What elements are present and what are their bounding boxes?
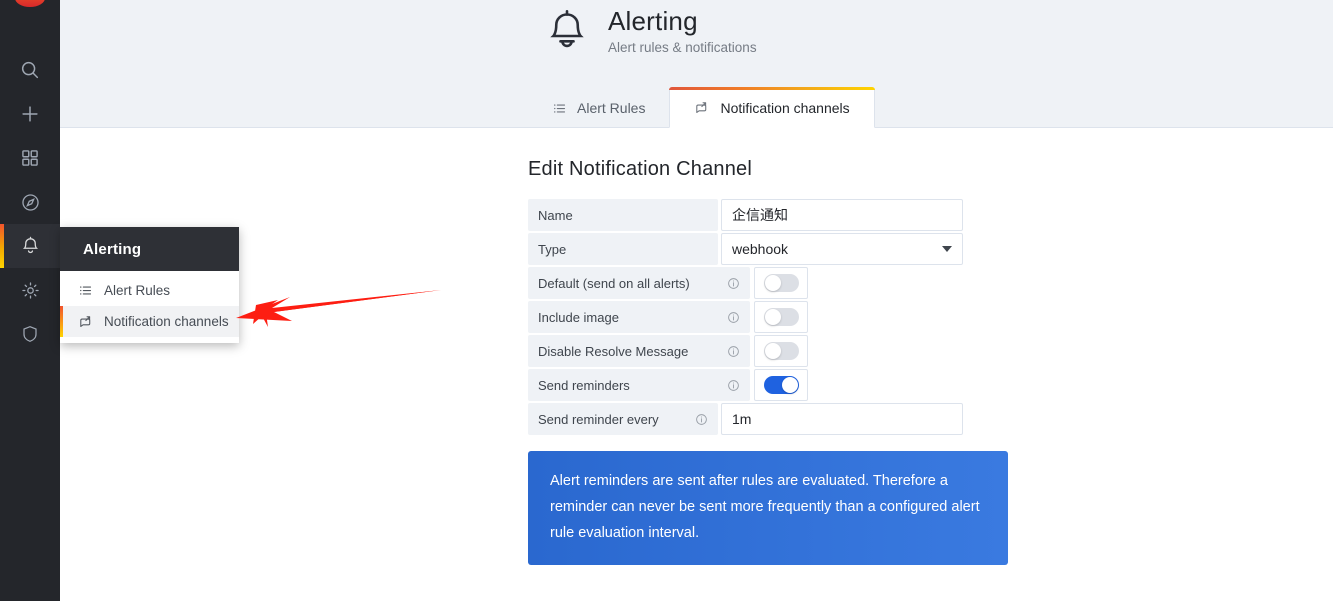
info-circle-icon[interactable]	[727, 277, 740, 290]
tab-alert-rules[interactable]: Alert Rules	[528, 89, 669, 127]
bell-icon	[20, 236, 41, 257]
reminder-every-input[interactable]: 1m	[721, 403, 963, 435]
disable-resolve-label-text: Disable Resolve Message	[538, 343, 689, 359]
page-subtitle: Alert rules & notifications	[608, 40, 757, 55]
toggle-track	[763, 342, 799, 360]
send-reminders-toggle[interactable]	[754, 369, 808, 401]
toggle-track	[763, 376, 799, 394]
type-select[interactable]: webhook	[721, 233, 963, 265]
section-title: Edit Notification Channel	[528, 158, 753, 180]
toggle-knob	[764, 309, 781, 325]
alerting-flyout-menu: Alerting Alert Rules Notification channe…	[60, 227, 239, 343]
bell-icon	[544, 8, 590, 59]
page-title-block: Alerting Alert rules & notifications	[608, 6, 757, 55]
tab-bar: Alert Rules Notification channels	[528, 87, 875, 128]
send-reminders-label-text: Send reminders	[538, 377, 630, 393]
info-circle-icon[interactable]	[727, 311, 740, 324]
toggle-knob	[781, 377, 798, 393]
disable-resolve-toggle[interactable]	[754, 335, 808, 367]
type-label: Type	[528, 233, 718, 265]
toggle-knob	[764, 275, 781, 291]
send-reminders-label: Send reminders	[528, 369, 750, 401]
grafana-logo-icon[interactable]	[0, 0, 60, 8]
chevron-down-icon	[942, 246, 952, 252]
flyout-item-label: Notification channels	[104, 314, 229, 329]
search-icon	[19, 59, 41, 81]
list-ul-icon	[552, 101, 567, 116]
field-row-include-image: Include image	[528, 301, 1228, 333]
default-alerts-toggle[interactable]	[754, 267, 808, 299]
reminder-info-box: Alert reminders are sent after rules are…	[528, 451, 1008, 565]
sidebar-item-server-admin[interactable]	[0, 312, 60, 356]
sidebar-item-create[interactable]	[0, 92, 60, 136]
compass-icon	[20, 192, 41, 213]
app-root: Alerting Alert Rules Notification channe…	[0, 0, 1333, 601]
field-row-name: Name 企信通知	[528, 199, 1228, 231]
edit-notification-channel-panel: Edit Notification Channel Name 企信通知 Type…	[528, 128, 1228, 601]
info-circle-icon[interactable]	[695, 413, 708, 426]
info-circle-icon[interactable]	[727, 345, 740, 358]
sidebar	[0, 0, 60, 601]
gear-icon	[20, 280, 41, 301]
name-label: Name	[528, 199, 718, 231]
field-row-reminder-every: Send reminder every 1m	[528, 403, 1228, 435]
name-input[interactable]: 企信通知	[721, 199, 963, 231]
include-image-label-text: Include image	[538, 309, 619, 325]
field-row-send-reminders: Send reminders	[528, 369, 1228, 401]
sidebar-item-alerting[interactable]	[0, 224, 60, 268]
comment-share-icon	[694, 100, 710, 116]
default-alerts-label-text: Default (send on all alerts)	[538, 275, 690, 291]
flyout-title[interactable]: Alerting	[60, 227, 239, 271]
field-row-disable-resolve: Disable Resolve Message	[528, 335, 1228, 367]
flyout-item-alert-rules[interactable]: Alert Rules	[60, 275, 239, 306]
main-content: Edit Notification Channel Name 企信通知 Type…	[60, 128, 1333, 601]
list-ul-icon	[78, 283, 96, 298]
reminder-every-label: Send reminder every	[528, 403, 718, 435]
sidebar-item-search[interactable]	[0, 48, 60, 92]
field-row-default-alerts: Default (send on all alerts)	[528, 267, 1228, 299]
tab-notification-channels[interactable]: Notification channels	[669, 87, 875, 128]
flyout-items: Alert Rules Notification channels	[60, 271, 239, 343]
type-select-value: webhook	[732, 241, 789, 257]
tab-label: Notification channels	[720, 99, 850, 116]
page-header: Alerting Alert rules & notifications Ale…	[60, 0, 1333, 128]
toggle-knob	[764, 343, 781, 359]
dashboards-icon	[20, 148, 40, 168]
sidebar-item-explore[interactable]	[0, 180, 60, 224]
type-label-text: Type	[538, 241, 567, 257]
info-circle-icon[interactable]	[727, 379, 740, 392]
sidebar-items	[0, 48, 60, 356]
name-label-text: Name	[538, 207, 573, 223]
field-row-type: Type webhook	[528, 233, 1228, 265]
reminder-every-label-text: Send reminder every	[538, 411, 659, 427]
include-image-toggle[interactable]	[754, 301, 808, 333]
comment-share-icon	[78, 314, 96, 330]
flyout-item-label: Alert Rules	[104, 283, 171, 298]
grafana-logo-mark	[15, 0, 45, 7]
disable-resolve-label: Disable Resolve Message	[528, 335, 750, 367]
page-title: Alerting	[608, 6, 698, 36]
toggle-track	[763, 308, 799, 326]
shield-icon	[20, 324, 40, 344]
sidebar-item-dashboards[interactable]	[0, 136, 60, 180]
flyout-item-notification-channels[interactable]: Notification channels	[60, 306, 239, 337]
toggle-track	[763, 274, 799, 292]
tab-label: Alert Rules	[577, 100, 646, 116]
sidebar-item-configuration[interactable]	[0, 268, 60, 312]
page-title-row: Alerting Alert rules & notifications	[544, 6, 757, 59]
include-image-label: Include image	[528, 301, 750, 333]
plus-icon	[19, 103, 41, 125]
default-alerts-label: Default (send on all alerts)	[528, 267, 750, 299]
